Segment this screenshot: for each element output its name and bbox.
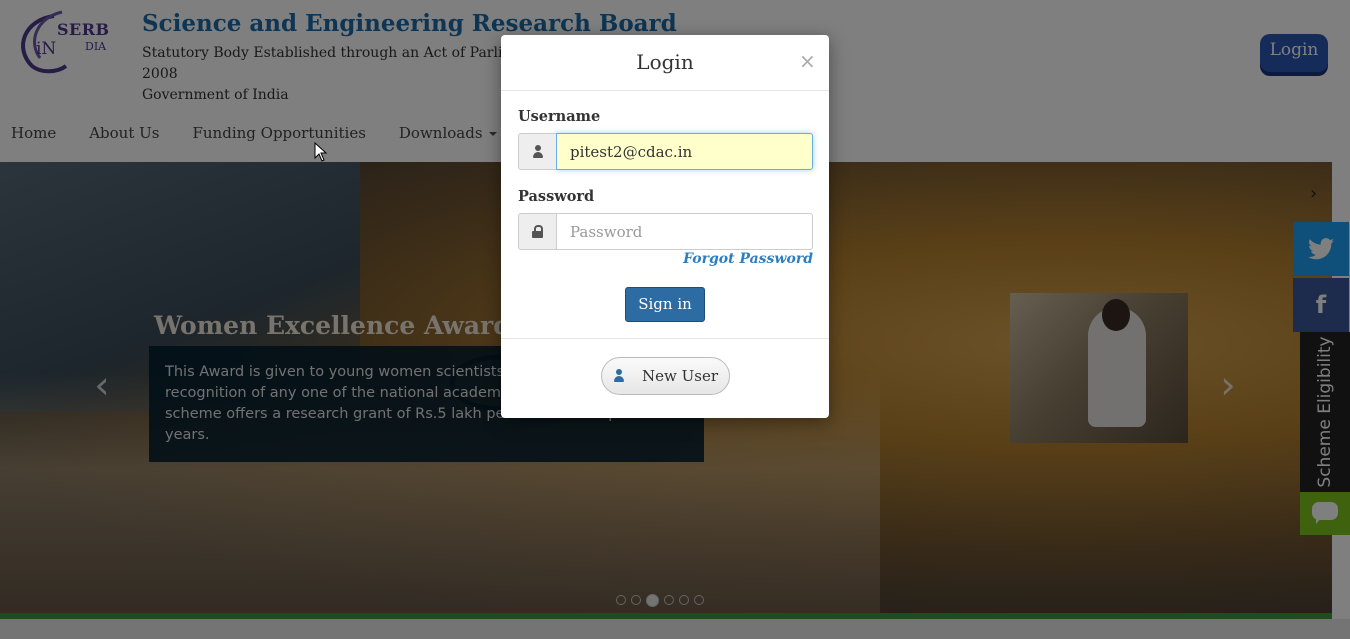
modal-title: Login xyxy=(636,50,694,74)
forgot-password-link[interactable]: Forgot Password xyxy=(683,251,813,267)
modal-footer: New User xyxy=(501,338,829,419)
password-input[interactable] xyxy=(556,213,813,250)
new-user-button[interactable]: New User xyxy=(601,357,730,395)
user-icon-addon xyxy=(518,133,556,170)
mouse-cursor-icon xyxy=(314,142,328,162)
lock-icon-addon xyxy=(518,213,556,250)
lock-icon xyxy=(532,225,543,239)
username-input[interactable] xyxy=(556,133,813,170)
username-label: Username xyxy=(518,108,601,125)
sign-in-button[interactable]: Sign in xyxy=(625,287,705,322)
user-icon xyxy=(533,145,543,159)
password-label: Password xyxy=(518,188,595,205)
close-icon[interactable]: × xyxy=(799,49,816,73)
new-user-label: New User xyxy=(642,367,718,385)
modal-header: Login × xyxy=(501,35,829,91)
password-input-group xyxy=(518,213,813,250)
login-modal: Login × Username Password Forgot Passwor… xyxy=(501,35,829,418)
user-icon xyxy=(614,369,624,383)
username-input-group xyxy=(518,133,813,170)
